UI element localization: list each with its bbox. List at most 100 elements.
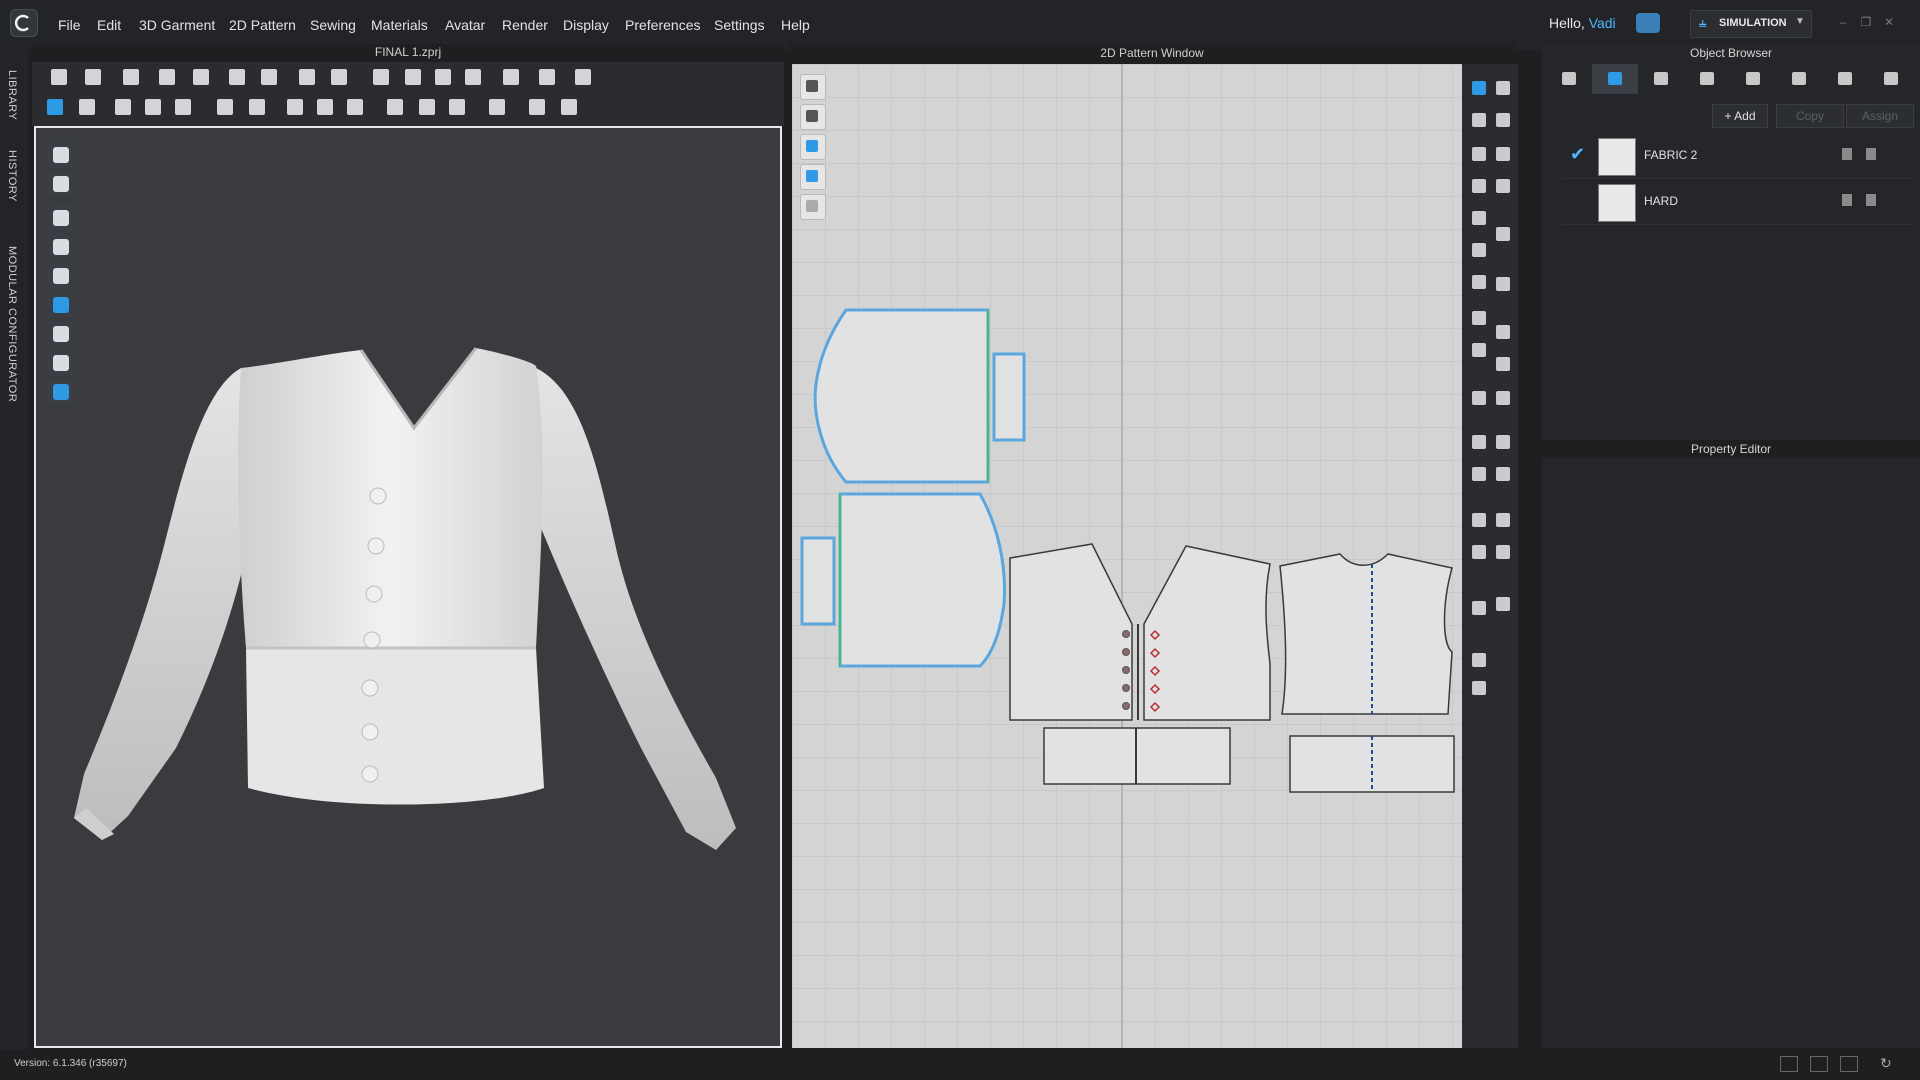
tool-figure-icon[interactable] <box>1468 678 1490 698</box>
tab-list-icon[interactable] <box>1546 64 1592 94</box>
fabric-delete-icon[interactable] <box>1866 194 1876 206</box>
layout-single-icon[interactable] <box>1780 1056 1798 1072</box>
tab-measure-icon[interactable] <box>1868 64 1914 94</box>
assign-fabric-button[interactable]: Assign <box>1846 104 1914 128</box>
tab-modular-configurator[interactable]: MODULAR CONFIGURATOR <box>6 246 18 402</box>
menu-display[interactable]: Display <box>563 0 609 50</box>
mode-selector[interactable]: ⫨ SIMULATION ▼ <box>1690 10 1812 38</box>
tool-pin-icon[interactable] <box>296 66 318 88</box>
tool-brush-icon[interactable] <box>328 66 350 88</box>
tool-dart-icon[interactable] <box>1468 272 1490 292</box>
fabric-delete-icon[interactable] <box>1866 148 1876 160</box>
menu-3d-garment[interactable]: 3D Garment <box>139 0 215 50</box>
menu-file[interactable]: File <box>58 0 81 50</box>
tool-sewing-icon[interactable] <box>142 96 164 118</box>
info-icon[interactable] <box>800 134 826 160</box>
tool-button-add-icon[interactable] <box>384 96 406 118</box>
tab-line-icon[interactable] <box>1730 64 1776 94</box>
tool-dashed-line-icon[interactable] <box>1492 464 1514 484</box>
tool-internal-polygon-icon[interactable] <box>1468 240 1490 260</box>
menu-edit[interactable]: Edit <box>97 0 121 50</box>
tool-garment-icon[interactable] <box>120 66 142 88</box>
menu-sewing[interactable]: Sewing <box>310 0 356 50</box>
2d-pattern-canvas[interactable] <box>792 64 1462 1048</box>
menu-settings[interactable]: Settings <box>714 0 765 50</box>
tool-puckering-2d-icon[interactable] <box>1492 388 1514 408</box>
tool-buttonhole-2-icon[interactable] <box>446 96 468 118</box>
tool-pen-icon[interactable] <box>572 66 594 88</box>
display-lock-icon[interactable] <box>800 194 826 220</box>
tool-mesh-icon[interactable] <box>1468 388 1490 408</box>
tool-ruler-icon[interactable] <box>1468 432 1490 452</box>
menu-preferences[interactable]: Preferences <box>625 0 700 50</box>
close-icon[interactable]: ✕ <box>1882 15 1896 29</box>
tool-camera-icon[interactable] <box>1492 594 1514 614</box>
tool-transform-icon[interactable] <box>76 96 98 118</box>
tool-zigzag-icon[interactable] <box>1492 542 1514 562</box>
user-name[interactable]: Vadi <box>1589 15 1616 31</box>
menu-avatar[interactable]: Avatar <box>445 0 485 50</box>
fabric-row-hard[interactable]: HARD <box>1562 180 1912 225</box>
tool-edit-sewing-icon[interactable] <box>1492 78 1514 98</box>
tool-move-icon[interactable] <box>44 96 66 118</box>
display-pattern-icon[interactable] <box>800 74 826 100</box>
tab-topstitch-icon[interactable] <box>1684 64 1730 94</box>
tool-tack-3-icon[interactable] <box>226 66 248 88</box>
menu-render[interactable]: Render <box>502 0 548 50</box>
fabric-assign-icon[interactable] <box>1842 148 1852 160</box>
layout-2d-icon[interactable] <box>1840 1056 1858 1072</box>
menu-materials[interactable]: Materials <box>371 0 428 50</box>
restore-icon[interactable]: ❐ <box>1859 15 1873 29</box>
tool-shirt-icon[interactable] <box>462 66 484 88</box>
tool-trim-icon[interactable] <box>526 96 548 118</box>
tool-circle-icon[interactable] <box>1468 208 1490 228</box>
tool-polygon-icon[interactable] <box>1468 144 1490 164</box>
tool-grid-icon[interactable] <box>1468 598 1490 618</box>
tool-tack-2d-icon[interactable] <box>1492 322 1514 342</box>
menu-help[interactable]: Help <box>781 0 810 50</box>
tab-button-icon[interactable] <box>1638 64 1684 94</box>
tool-text-icon[interactable] <box>1468 510 1490 530</box>
tab-library[interactable]: LIBRARY <box>6 70 18 120</box>
tool-buttonhole-icon[interactable] <box>416 96 438 118</box>
tool-topstitch-icon[interactable] <box>486 96 508 118</box>
tool-tack-4-icon[interactable] <box>258 66 280 88</box>
tool-avatar-pose-icon[interactable] <box>82 66 104 88</box>
tool-zipper-icon[interactable] <box>314 96 336 118</box>
tool-tape-2d-icon[interactable] <box>1468 464 1490 484</box>
tool-edit-curvature-icon[interactable] <box>1468 308 1490 328</box>
copy-fabric-button[interactable]: Copy <box>1776 104 1844 128</box>
tool-rectangle-icon[interactable] <box>1468 176 1490 196</box>
refresh-icon[interactable]: ↻ <box>1880 1055 1892 1072</box>
tool-m-n-sewing-icon[interactable] <box>1492 176 1514 196</box>
tool-avatar-measure-icon[interactable] <box>1468 650 1490 670</box>
tool-segment-sewing-icon[interactable] <box>1492 110 1514 130</box>
tool-cut-sew-icon[interactable] <box>1468 340 1490 360</box>
tool-select-icon[interactable] <box>48 66 70 88</box>
tool-fold-arrangement-icon[interactable] <box>1492 224 1514 244</box>
tool-stitch-icon[interactable] <box>1492 510 1514 530</box>
menu-2d-pattern[interactable]: 2D Pattern <box>229 0 296 50</box>
add-fabric-button[interactable]: + Add <box>1712 104 1768 128</box>
tool-fold-icon[interactable] <box>370 66 392 88</box>
tool-free-sewing-icon[interactable] <box>1492 144 1514 164</box>
fabric-assign-icon[interactable] <box>1842 194 1852 206</box>
cloud-icon[interactable] <box>1636 13 1660 33</box>
tool-transform-pattern-icon[interactable] <box>1468 78 1490 98</box>
3d-viewport[interactable] <box>34 126 782 1048</box>
tool-pattern-icon[interactable] <box>344 96 366 118</box>
tab-zipper-icon[interactable] <box>1776 64 1822 94</box>
tool-check-sewing-icon[interactable] <box>1492 274 1514 294</box>
display-fabric-icon[interactable] <box>800 164 826 190</box>
tool-button-icon[interactable] <box>284 96 306 118</box>
tool-tape-icon[interactable] <box>536 66 558 88</box>
tool-texture-icon[interactable] <box>558 96 580 118</box>
tool-puckering-icon[interactable] <box>402 66 424 88</box>
tool-cut-2-icon[interactable] <box>246 96 268 118</box>
minimize-icon[interactable]: – <box>1836 15 1850 29</box>
tool-segment-icon[interactable] <box>112 96 134 118</box>
tab-fabric-icon[interactable] <box>1592 64 1638 94</box>
layout-3d-icon[interactable] <box>1810 1056 1828 1072</box>
display-shirt-icon[interactable] <box>800 104 826 130</box>
tool-sewing-2-icon[interactable] <box>172 96 194 118</box>
